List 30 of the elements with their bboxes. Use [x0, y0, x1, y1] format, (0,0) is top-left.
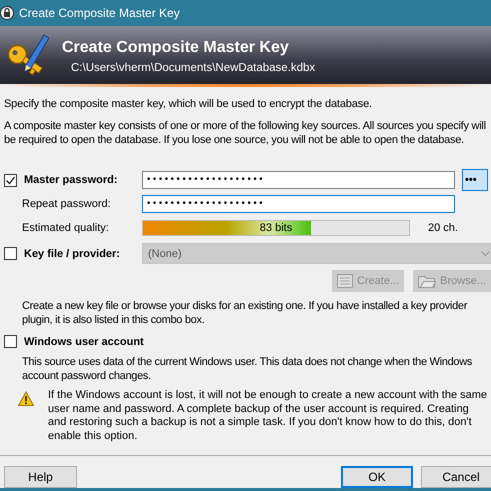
- length-reading: 20 ch.: [428, 222, 458, 234]
- folder-icon: [418, 274, 436, 288]
- show-password-button[interactable]: •••: [462, 169, 488, 191]
- quality-reading: 83 bits: [258, 222, 294, 234]
- key-file-dropdown[interactable]: (None): [142, 243, 491, 264]
- help-button[interactable]: Help: [4, 466, 77, 488]
- cancel-button[interactable]: Cancel: [421, 466, 491, 488]
- repeat-password-field[interactable]: ••••••••••••••••••••: [142, 195, 455, 214]
- option-label: Windows user account: [24, 336, 144, 348]
- field-label: Repeat password:: [21, 198, 112, 210]
- chevron-down-icon: [481, 250, 490, 256]
- field-label: Estimated quality:: [21, 222, 110, 234]
- help-text: This source uses data of the current Windows user. This data does not change when the Windows account password changes.: [21, 355, 474, 383]
- description-text: A composite master key consists of one or more of the following key sources. All sources you specify will be required to open the database. If you lose one source, you will not be able to open the database.: [4, 119, 487, 147]
- ok-button[interactable]: OK: [341, 466, 413, 488]
- password-field[interactable]: ••••••••••••••••••••: [142, 171, 455, 189]
- check-icon: [5, 174, 16, 186]
- window-title: Create Composite Master Key: [19, 6, 180, 20]
- instruction-text: Specify the composite master key, which will be used to encrypt the database.: [4, 97, 373, 111]
- warning-text: If the Windows account is lost, it will not be enough to create a new account with the same user name and password. A complete backup of the user account is required. Creating and restoring such a backup is not a simple task. If you don't know how to do this, don't enable this option.: [48, 389, 488, 443]
- lock-icon: [0, 6, 14, 20]
- checkbox[interactable]: [4, 247, 17, 260]
- field-label: Key file / provider:: [24, 248, 120, 260]
- field-label: Master password:: [24, 174, 118, 186]
- help-text: Create a new key file or browse your disks for an existing one. If you have installed a key provider plugin, it is also listed in this combo box.: [21, 299, 468, 327]
- dialog-heading: Create Composite Master Key: [62, 38, 290, 56]
- checkbox[interactable]: [4, 174, 17, 186]
- checkbox[interactable]: [4, 335, 17, 348]
- warning-icon: [18, 391, 34, 406]
- file-path: C:\Users\vherm\Documents\NewDatabase.kdbx: [70, 62, 316, 74]
